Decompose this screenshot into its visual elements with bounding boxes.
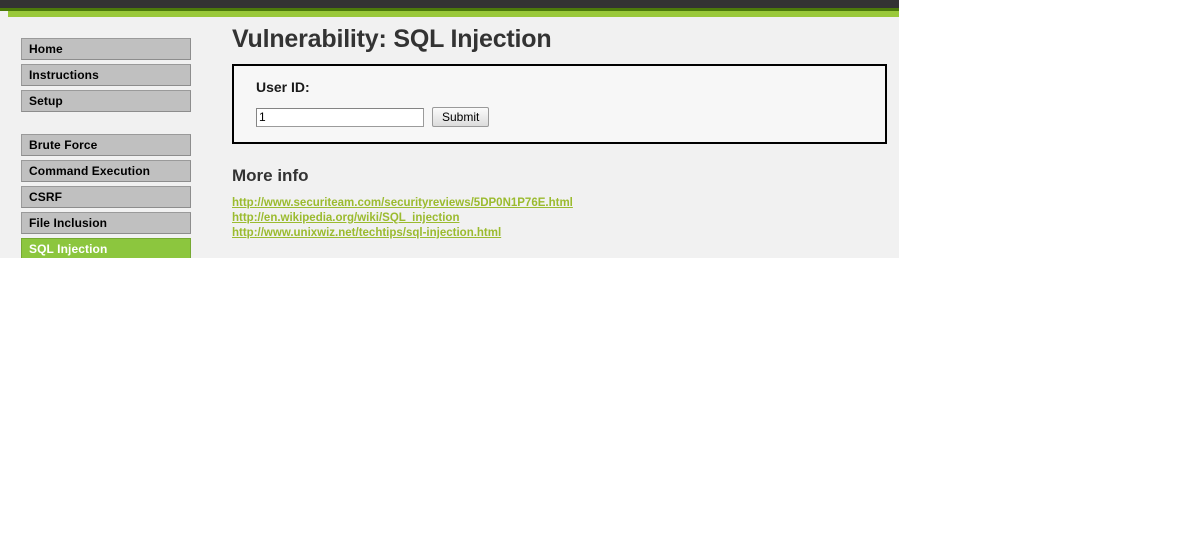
more-info-link-securiteam[interactable]: http://www.securiteam.com/securityreview…: [232, 196, 887, 211]
sidebar-item-command-execution[interactable]: Command Execution: [21, 160, 191, 182]
sidebar-item-brute-force[interactable]: Brute Force: [21, 134, 191, 156]
top-bar-green-rule: [8, 11, 899, 17]
page-title: Vulnerability: SQL Injection: [232, 25, 552, 53]
sidebar-item-instructions[interactable]: Instructions: [21, 64, 191, 86]
main-content: Vulnerability: SQL Injection User ID: Su…: [232, 22, 887, 241]
top-bar-dark: [0, 0, 899, 8]
more-info-link-list: http://www.securiteam.com/securityreview…: [232, 196, 887, 241]
sidebar-item-csrf[interactable]: CSRF: [21, 186, 191, 208]
sidebar-item-home[interactable]: Home: [21, 38, 191, 60]
user-id-label: User ID:: [256, 79, 310, 95]
more-info-heading: More info: [232, 166, 309, 185]
user-id-form-row: Submit: [256, 107, 885, 127]
page-container: Home Instructions Setup Brute Force Comm…: [0, 0, 899, 258]
sidebar-group-vulnerabilities: Brute Force Command Execution CSRF File …: [21, 134, 191, 258]
sidebar-item-sql-injection[interactable]: SQL Injection: [21, 238, 191, 258]
sidebar-item-file-inclusion[interactable]: File Inclusion: [21, 212, 191, 234]
more-info-link-unixwiz[interactable]: http://www.unixwiz.net/techtips/sql-inje…: [232, 226, 887, 241]
sidebar-nav: Home Instructions Setup Brute Force Comm…: [21, 38, 191, 258]
sidebar-group-divider: [21, 116, 191, 134]
sidebar-group-main: Home Instructions Setup: [21, 38, 191, 112]
more-info-link-wikipedia[interactable]: http://en.wikipedia.org/wiki/SQL_injecti…: [232, 211, 887, 226]
sidebar-item-setup[interactable]: Setup: [21, 90, 191, 112]
user-id-input[interactable]: [256, 107, 424, 127]
vulnerability-form-box: User ID: Submit: [232, 64, 887, 144]
submit-button[interactable]: Submit: [432, 107, 490, 127]
